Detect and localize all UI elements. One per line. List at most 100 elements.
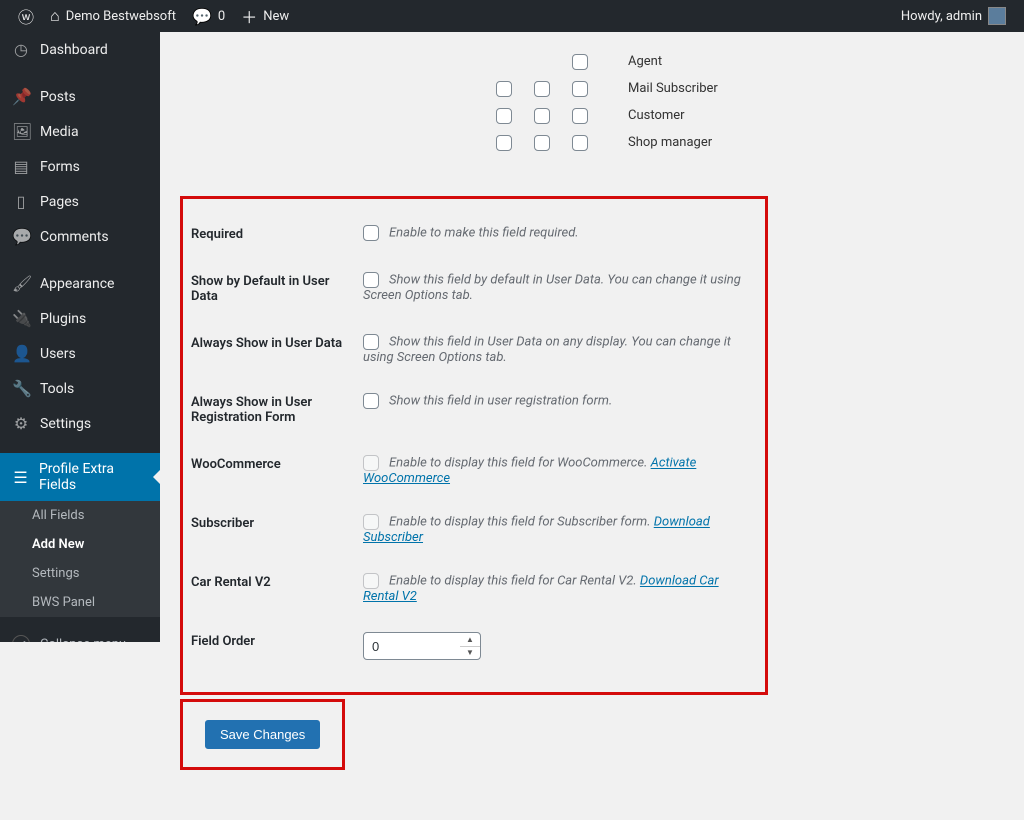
sidebar-item-label: Plugins [40,311,86,327]
role-row: Shop manager [180,129,1004,156]
number-spinner[interactable]: ▲▼ [460,633,480,659]
sidebar-submenu: All Fields Add New Settings BWS Panel [0,501,160,617]
plus-icon: ＋ [241,4,257,28]
carrental-checkbox [363,573,379,589]
field-settings-table: RequiredEnable to make this field requir… [191,211,757,674]
role-row: Customer [180,102,1004,129]
submenu-all-fields[interactable]: All Fields [0,501,160,530]
dashboard-icon: ◷ [12,40,30,59]
admin-sidebar: ◷ Dashboard 📌Posts 🖼Media ▤Forms ▯ Pages 💬… [0,32,160,642]
role-name: Customer [588,108,685,123]
role-name: Agent [588,54,662,69]
setting-label: WooCommerce [191,441,363,500]
role-checkbox[interactable] [534,108,550,124]
site-title: Demo Bestwebsoft [66,9,176,24]
sidebar-item-label: Profile Extra Fields [39,461,148,493]
sidebar-item-profile-extra-fields[interactable]: ☰ Profile Extra Fields [0,453,160,501]
site-home-link[interactable]: ⌂ Demo Bestwebsoft [42,0,184,32]
appearance-icon: 🖌 [12,274,30,293]
collapse-icon: ◀ [12,635,30,642]
home-icon: ⌂ [50,6,60,26]
main-content: Agent Mail Subscriber Customer Shop manager… [160,0,1024,820]
setting-label: Car Rental V2 [191,559,363,618]
sidebar-item-appearance[interactable]: 🖌Appearance [0,266,160,301]
id-card-icon: ☰ [12,468,29,487]
sidebar-item-label: Forms [40,159,80,175]
sidebar-item-label: Tools [40,381,74,397]
pin-icon: 📌 [12,87,30,106]
sidebar-item-label: Settings [40,416,91,432]
sidebar-item-label: Users [40,346,76,362]
always_reg-checkbox[interactable] [363,393,379,409]
sidebar-item-users[interactable]: 👤 Users [0,336,160,371]
sidebar-item-label: Comments [40,229,109,245]
sidebar-item-plugins[interactable]: 🔌 Plugins [0,301,160,336]
role-checkbox[interactable] [496,135,512,151]
sidebar-item-pages[interactable]: ▯ Pages [0,184,160,219]
setting-label: Show by Default in User Data [191,258,363,320]
sidebar-item-label: Media [40,124,79,140]
sidebar-item-media[interactable]: 🖼Media [0,114,160,149]
settings-highlight-box: RequiredEnable to make this field requir… [180,196,768,695]
sidebar-item-label: Pages [40,194,79,210]
required-checkbox[interactable] [363,225,379,241]
setting-value-cell: Enable to display this field for Car Ren… [363,559,757,618]
submenu-add-new[interactable]: Add New [0,530,160,559]
collapse-menu-button[interactable]: ◀ Collapse menu [0,625,160,642]
sidebar-item-settings[interactable]: ⚙Settings [0,406,160,441]
stepper-down-icon[interactable]: ▼ [460,647,480,660]
comments-link[interactable]: 💬 0 [184,0,233,32]
account-link[interactable]: Howdy, admin [893,0,1014,32]
role-checkbox[interactable] [496,81,512,97]
sidebar-item-posts[interactable]: 📌Posts [0,79,160,114]
new-content-link[interactable]: ＋ New [233,0,297,32]
role-row: Mail Subscriber [180,75,1004,102]
setting-description: Enable to display this field for WooComm… [389,456,651,471]
sidebar-item-tools[interactable]: 🔧 Tools [0,371,160,406]
new-label: New [263,9,289,24]
role-checkbox[interactable] [572,54,588,70]
sidebar-item-label: Dashboard [40,42,108,58]
save-changes-button[interactable]: Save Changes [205,720,320,749]
show_default-checkbox[interactable] [363,272,379,288]
comment-icon: 💬 [192,7,212,26]
submenu-settings[interactable]: Settings [0,559,160,588]
sidebar-item-forms[interactable]: ▤Forms [0,149,160,184]
collapse-label: Collapse menu [40,637,126,643]
setting-value-cell: Show this field by default in User Data.… [363,258,757,320]
setting-label: Subscriber [191,500,363,559]
role-checkbox[interactable] [572,81,588,97]
role-name: Mail Subscriber [588,81,718,96]
role-checkbox[interactable] [572,135,588,151]
users-icon: 👤 [12,344,30,363]
pages-icon: ▯ [12,192,30,211]
role-checkbox[interactable] [572,108,588,124]
tools-icon: 🔧 [12,379,30,398]
subscriber-checkbox [363,514,379,530]
wordpress-icon: ⓦ [18,4,34,28]
wp-logo[interactable]: ⓦ [10,0,42,32]
stepper-up-icon[interactable]: ▲ [460,633,480,647]
role-checkbox[interactable] [534,81,550,97]
always_show-checkbox[interactable] [363,334,379,350]
woo-checkbox [363,455,379,471]
setting-value-cell: ▲▼ [363,618,757,674]
comments-count: 0 [218,9,225,24]
setting-value-cell: Show this field in User Data on any disp… [363,320,757,379]
role-row: Agent [180,48,1004,75]
setting-value-cell: Show this field in user registration for… [363,379,757,441]
sidebar-item-dashboard[interactable]: ◷ Dashboard [0,32,160,67]
submenu-bws-panel[interactable]: BWS Panel [0,588,160,617]
role-checkbox[interactable] [534,135,550,151]
role-name: Shop manager [588,135,712,150]
setting-value-cell: Enable to display this field for Subscri… [363,500,757,559]
setting-description: Enable to display this field for Car Ren… [389,574,640,589]
save-highlight-box: Save Changes [180,699,345,770]
sidebar-item-comments[interactable]: 💬Comments [0,219,160,254]
plugins-icon: 🔌 [12,309,30,328]
howdy-text: Howdy, admin [901,9,982,24]
setting-description: Show this field in User Data on any disp… [363,335,731,366]
role-checkbox[interactable] [496,108,512,124]
setting-label: Required [191,211,363,258]
setting-description: Show this field in user registration for… [389,394,612,409]
